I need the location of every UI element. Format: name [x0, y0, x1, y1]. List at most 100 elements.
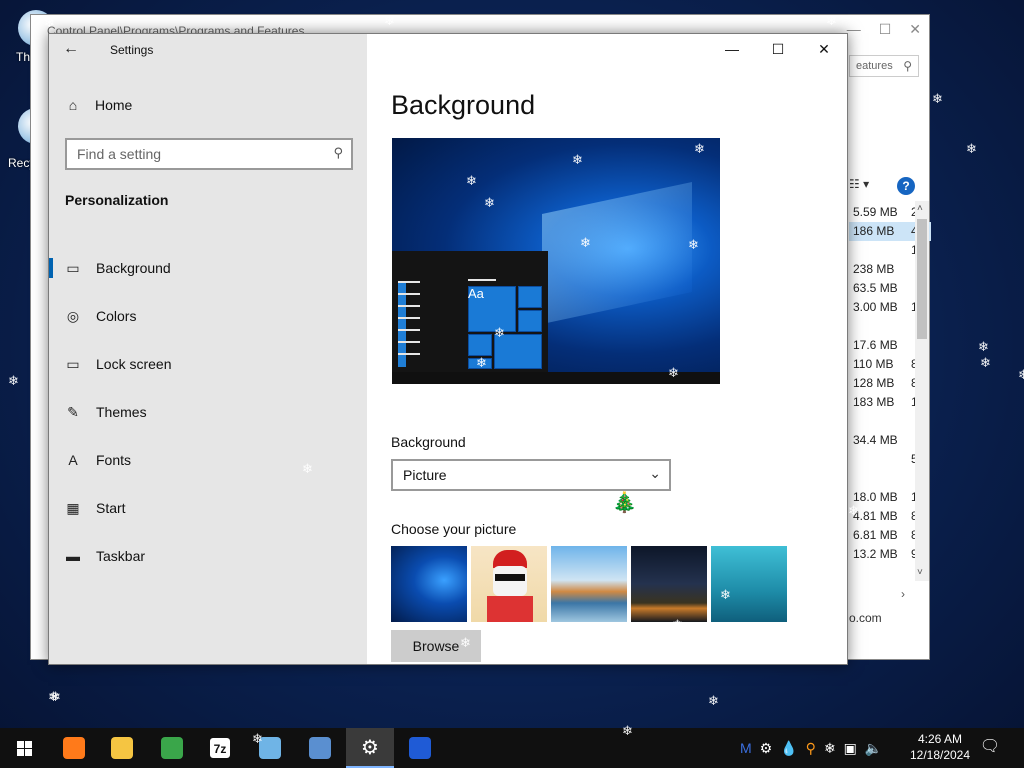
background-type-dropdown[interactable]: Picture ⌄ [391, 459, 671, 491]
footer-link[interactable]: o.com [849, 611, 882, 625]
taskbar-app-app-green[interactable] [148, 728, 196, 768]
taskbar-app-firefox[interactable] [50, 728, 98, 768]
snowflake-icon: ❄ [572, 152, 583, 167]
view-options[interactable]: ☷ ▾ [849, 177, 929, 197]
app-green-icon [161, 737, 183, 759]
snowflake-icon: ❄ [980, 355, 991, 370]
preview-tile [468, 334, 492, 356]
system-tray: M ⚙ 💧 ⚲ ❄ ▣ 🔈 [740, 728, 882, 768]
malwarebytes-icon [409, 737, 431, 759]
nav-item-taskbar[interactable]: ▬ Taskbar [49, 532, 367, 580]
minimize-button[interactable]: — [847, 21, 861, 38]
drop-tray-icon[interactable]: 💧 [780, 740, 797, 757]
snowflake-icon: ❄ [622, 723, 633, 738]
clock[interactable]: 4:26 AM 12/18/2024 [908, 731, 972, 763]
maximize-button[interactable]: ☐ [879, 21, 892, 38]
program-size: 18.0 MB [853, 490, 898, 504]
settings-main: — ☐ ✕ Background Aa Background Picture ⌄… [367, 34, 847, 664]
snowflake-icon: ❄ [668, 365, 679, 380]
file-explorer-icon [111, 737, 133, 759]
search-placeholder: Find a setting [77, 146, 162, 162]
picture-thumbnail-santa[interactable] [471, 546, 547, 622]
snowflake-icon: ❄ [50, 689, 61, 704]
nav-item-lock-screen[interactable]: ▭ Lock screen [49, 340, 367, 388]
taskbar-app-malwarebytes[interactable] [396, 728, 444, 768]
snowflake-icon: ❄ [826, 13, 837, 28]
nav-item-label: Fonts [96, 452, 132, 468]
start-button[interactable] [0, 728, 48, 768]
lock-screen-icon: ▭ [66, 355, 80, 372]
search-tray-icon[interactable]: ⚲ [806, 740, 816, 757]
scroll-down-arrow[interactable]: ˅ [917, 567, 923, 578]
program-size: 3.00 MB [853, 300, 898, 314]
nav-item-colors[interactable]: ◎ Colors [49, 292, 367, 340]
picture-thumbnail-beach[interactable] [551, 546, 627, 622]
nav-item-fonts[interactable]: A Fonts [49, 436, 367, 484]
program-size: 110 MB [853, 357, 894, 371]
program-size: 183 MB [853, 395, 895, 409]
scroll-up-arrow[interactable]: ˄ [917, 203, 923, 214]
search-icon: ⚲ [333, 145, 343, 160]
snowflake-icon: ❄ [484, 195, 495, 210]
christmas-tree-icon: 🎄 [612, 492, 637, 514]
taskbar-app-7zip[interactable]: 7z [196, 728, 244, 768]
program-size: 13.2 MB [853, 547, 898, 561]
picture-thumbnail-night-sky[interactable] [631, 546, 707, 622]
notifications-icon[interactable]: 🗨 [978, 736, 1002, 760]
snowflake-icon: ❄ [978, 339, 989, 354]
snowflake-icon: ❄ [302, 461, 313, 476]
clock-time: 4:26 AM [917, 732, 963, 746]
scroll-thumb[interactable] [917, 219, 927, 339]
close-button[interactable]: ✕ [909, 21, 921, 38]
snowflake-icon: ❄ [694, 141, 705, 156]
close-button[interactable]: ✕ [801, 34, 847, 64]
network-status-icon[interactable]: ▣ [844, 740, 857, 757]
find-setting-input[interactable]: Find a setting ⚲ [65, 138, 353, 170]
scroll-right-arrow[interactable]: › [901, 587, 905, 601]
taskbar: 7z ⚙ M ⚙ 💧 ⚲ ❄ ▣ 🔈 4:26 AM 12/18/2024 🗨 [0, 728, 1024, 768]
fonts-icon: A [68, 452, 78, 468]
taskbar-app-file-explorer[interactable] [98, 728, 146, 768]
snowflake-icon: ❄ [720, 587, 731, 602]
snowflake-tray-icon[interactable]: ❄ [824, 740, 836, 757]
nav-item-themes[interactable]: ✎ Themes [49, 388, 367, 436]
choose-picture-label: Choose your picture [391, 521, 517, 537]
snowflake-icon: ❄ [708, 693, 719, 708]
picture-thumbnails [391, 546, 787, 622]
network-tray-icon[interactable]: ⚙ [760, 740, 773, 757]
snowflake-icon: ❄ [688, 237, 699, 252]
home-icon: ⌂ [68, 97, 78, 113]
clock-date: 12/18/2024 [909, 748, 971, 762]
snowflake-icon: ❄ [932, 91, 943, 106]
program-size: 6.81 MB [853, 528, 898, 542]
nav-item-label: Start [96, 500, 126, 516]
snowflake-icon: ❄ [8, 373, 19, 388]
snowflake-icon: ❄ [384, 13, 395, 28]
program-size: 4.81 MB [853, 509, 898, 523]
search-text: eatures [856, 60, 893, 72]
malwarebytes-tray-icon[interactable]: M [740, 740, 752, 756]
taskbar-app-control-panel[interactable] [296, 728, 344, 768]
preview-tile [518, 310, 542, 332]
search-input[interactable]: eatures ⚲ [849, 55, 919, 77]
nav-item-start[interactable]: ▦ Start [49, 484, 367, 532]
preview-start-menu [392, 251, 548, 374]
nav-item-background[interactable]: ▭ Background [49, 244, 367, 292]
preview-light-rays [542, 182, 692, 324]
help-icon[interactable]: ? [897, 177, 915, 195]
home-nav[interactable]: ⌂ Home [65, 97, 133, 113]
settings-window[interactable]: ← Settings ⌂ Home Find a setting ⚲ Perso… [48, 33, 848, 665]
back-arrow-icon[interactable]: ← [63, 40, 83, 60]
taskbar-app-settings[interactable]: ⚙ [346, 728, 394, 768]
maximize-button[interactable]: ☐ [755, 34, 801, 64]
volume-muted-icon[interactable]: 🔈 [865, 740, 882, 757]
vertical-scrollbar[interactable]: ˄ ˅ [915, 201, 929, 581]
page-title: Background [391, 90, 536, 120]
snowflake-icon: ❄ [672, 617, 683, 632]
minimize-button[interactable]: — [709, 34, 755, 64]
nav-item-label: Colors [96, 308, 137, 324]
picture-thumbnail-windows[interactable] [391, 546, 467, 622]
dropdown-value: Picture [403, 467, 447, 483]
windows-logo-icon [16, 740, 32, 756]
picture-thumbnail-underwater[interactable] [711, 546, 787, 622]
